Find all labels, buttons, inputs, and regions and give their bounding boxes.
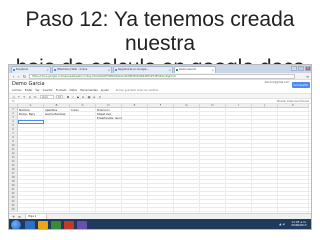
reload-icon[interactable]: ↻ — [22, 74, 27, 79]
clock-date: 06/06/2013 — [291, 224, 307, 227]
grid-line — [18, 139, 311, 140]
favicon-icon — [115, 69, 117, 71]
grid-line — [18, 123, 311, 124]
browser-tab-facebook[interactable]: Facebook × — [11, 66, 51, 73]
browser-tab-label: Demo García — [179, 68, 196, 71]
favicon-icon — [13, 69, 15, 71]
grid-line — [18, 127, 311, 128]
system-clock[interactable]: 11:05 a.m. 06/06/2013 — [288, 220, 310, 229]
table-cell[interactable]: Curso — [70, 108, 96, 112]
tray-icons[interactable]: ▲ ◂) — [279, 222, 285, 226]
column-header[interactable]: F — [148, 104, 174, 108]
taskbar-app-icon[interactable] — [77, 221, 87, 229]
grid-line — [18, 167, 311, 168]
grid-line — [18, 171, 311, 172]
browser-tab-label: (Blackbox) Wiki - Índice — [57, 68, 88, 71]
table-cell[interactable]: Demo, Nery — [18, 112, 44, 116]
browser-tab-label: Facebook — [16, 68, 29, 71]
grid-line — [18, 147, 311, 148]
column-header[interactable]: I — [226, 104, 252, 108]
address-bar-row: ‹ › ↻ https://docs.google.com/spreadshee… — [9, 73, 311, 80]
column-header[interactable]: J — [252, 104, 278, 108]
taskbar-app-icon[interactable] — [38, 221, 48, 229]
grid-line — [18, 151, 311, 152]
window-close-icon[interactable]: × — [305, 66, 311, 71]
browser-menu-icon[interactable]: ≡ — [305, 74, 310, 79]
grid-line — [18, 203, 311, 204]
taskbar-app-icon[interactable] — [25, 221, 35, 229]
grid-line — [18, 179, 311, 180]
column-header[interactable]: K — [278, 104, 309, 108]
column-header[interactable]: E — [122, 104, 148, 108]
taskbar-app-icon[interactable] — [51, 221, 61, 229]
browser-tab-strip: Facebook × (Blackbox) Wiki - Índice × Re… — [9, 65, 311, 73]
grid-line — [18, 143, 311, 144]
column-header[interactable]: H — [200, 104, 226, 108]
star-icon[interactable]: ☆ — [39, 81, 43, 86]
slide-title-line-1: Paso 12: Ya tenemos creada nuestra — [25, 8, 295, 55]
grid-line — [18, 191, 311, 192]
grid-line — [18, 155, 311, 156]
grid-line — [18, 195, 311, 196]
taskbar-app-icon[interactable] — [64, 221, 74, 229]
browser-tab-registro[interactable]: Registrarte en Google... × — [113, 66, 173, 73]
column-header[interactable]: G — [174, 104, 200, 108]
browser-tab-wiki[interactable]: (Blackbox) Wiki - Índice × — [52, 66, 112, 73]
grid-line — [18, 135, 311, 136]
favicon-icon — [54, 69, 56, 71]
forward-icon[interactable]: › — [16, 74, 21, 79]
grid-line — [18, 187, 311, 188]
grid-line — [18, 183, 311, 184]
grid-line — [18, 199, 311, 200]
windows-taskbar: ▲ ◂) 11:05 a.m. 06/06/2013 — [9, 219, 311, 229]
grid-line — [18, 207, 311, 208]
spreadsheet-grid[interactable]: A B C D E F G H I J K 1 2 3 4 5 6 7 8 9 10 11 12 13 14 15 16 17 18 19… — [9, 104, 311, 213]
table-cell[interactable]: Enseñanzas: reunida — [96, 116, 122, 120]
address-input[interactable]: https://docs.google.com/spreadsheet/ccc?… — [29, 74, 295, 79]
browser-tab-label: Registrarte en Google... — [118, 68, 149, 71]
maximize-icon[interactable]: □ — [298, 66, 304, 71]
grid-line — [18, 131, 311, 132]
browser-tab-active[interactable]: Demo García × — [174, 66, 216, 73]
user-email[interactable]: democo@gmail.com — [265, 81, 289, 84]
table-cell[interactable]: García Ramírez — [44, 112, 70, 116]
window-controls: – □ × — [291, 66, 311, 72]
grid-line — [18, 159, 311, 160]
grid-line — [18, 119, 311, 120]
grid-line — [18, 175, 311, 176]
row-header[interactable]: 26 — [9, 208, 18, 212]
selected-cell[interactable] — [18, 120, 44, 124]
formula-input[interactable] — [18, 100, 248, 103]
minimize-icon[interactable]: – — [291, 66, 297, 71]
grid-line — [18, 163, 311, 164]
grid-line — [18, 211, 311, 212]
start-button[interactable] — [11, 220, 21, 229]
sheets-favicon-icon — [176, 69, 178, 71]
spreadsheet-screenshot: Facebook × (Blackbox) Wiki - Índice × Re… — [8, 64, 312, 230]
